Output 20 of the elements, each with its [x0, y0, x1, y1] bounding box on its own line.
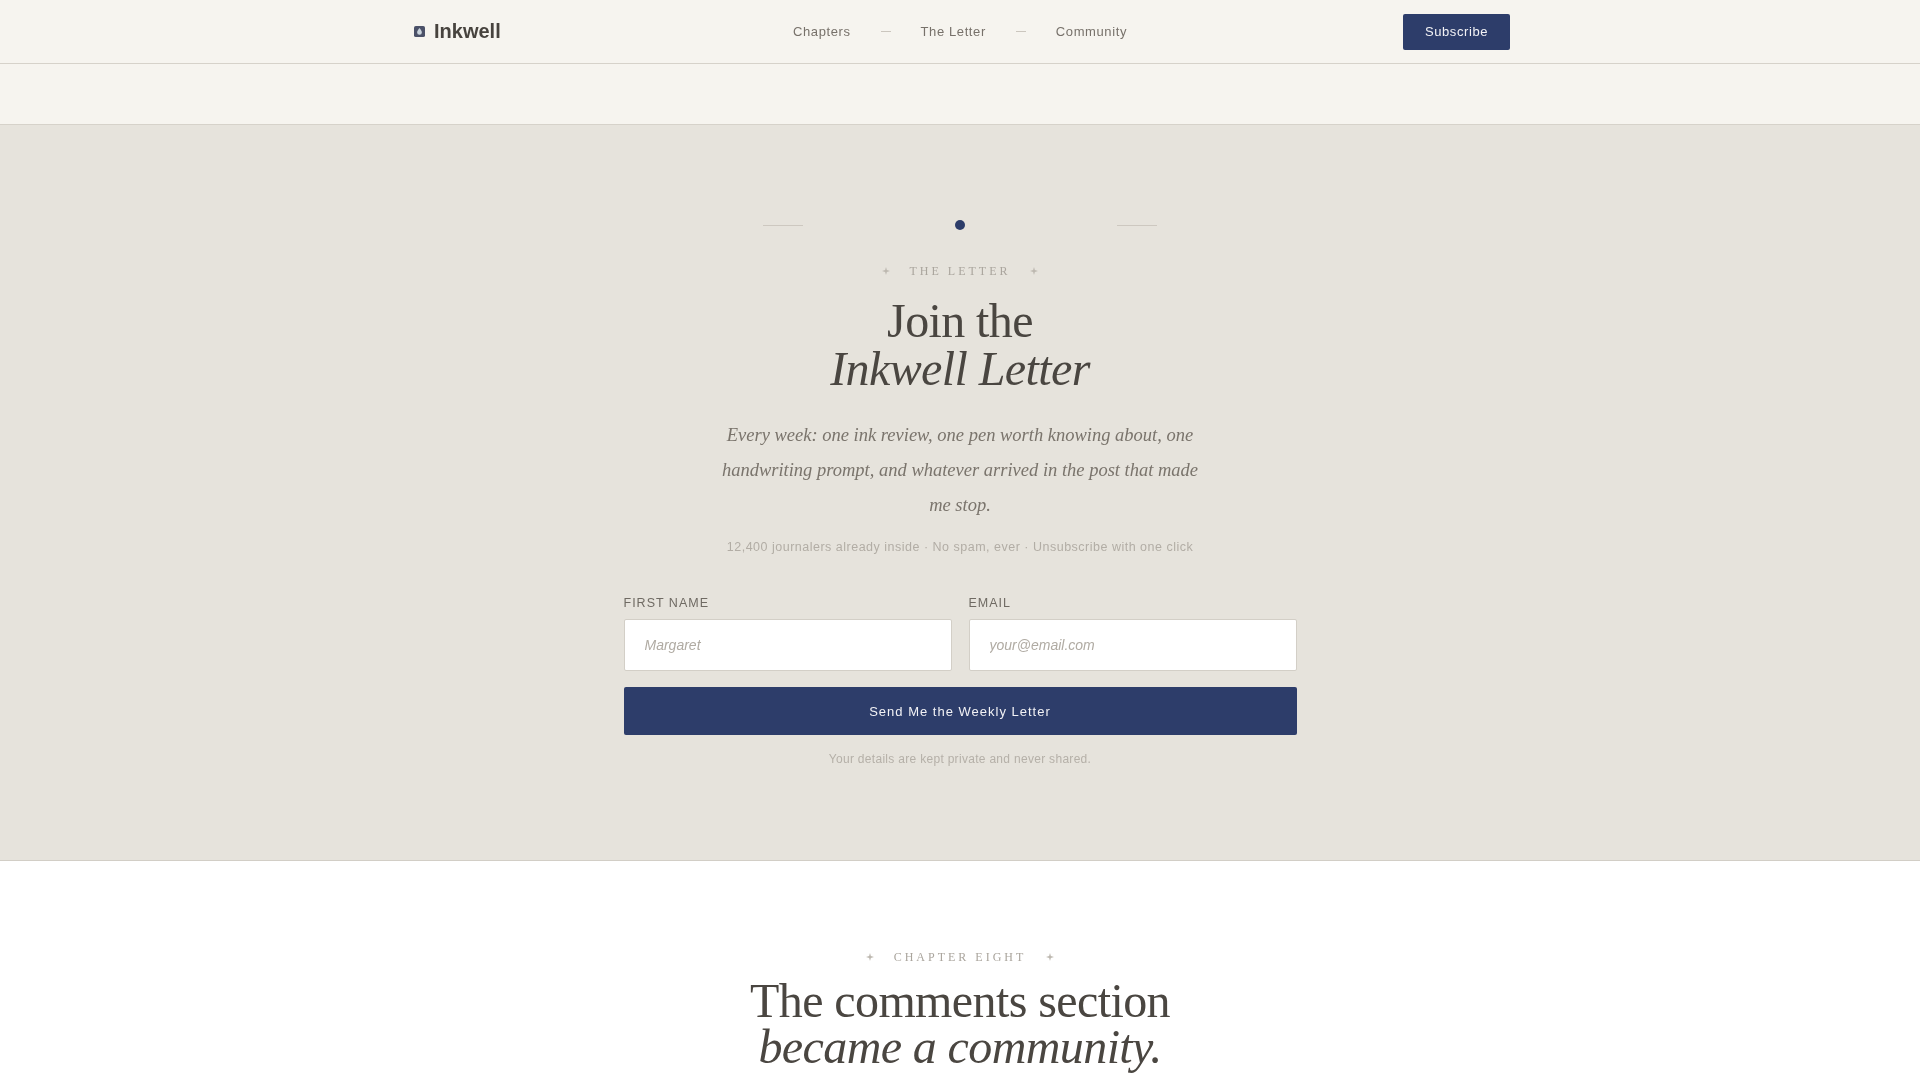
- dot-icon: [955, 220, 965, 230]
- sparkle-icon: [881, 267, 890, 275]
- brand-name: Inkwell: [434, 20, 501, 43]
- section-description: Every week: one ink review, one pen worth knowing about, one handwriting prompt, and whatever arrived in the post that made me stop.: [720, 424, 1200, 517]
- nav-link[interactable]: Chapters: [793, 24, 851, 39]
- subscribe-button[interactable]: Subscribe: [1403, 13, 1510, 50]
- sparkle-icon: [1030, 267, 1039, 275]
- input-field[interactable]: Margaret: [623, 619, 952, 671]
- submit-button[interactable]: Send Me the Weekly Letter: [623, 687, 1297, 735]
- field-label: FIRST NAME: [623, 595, 710, 611]
- section-heading: Join the Inkwell Letter: [830, 297, 1090, 393]
- nav-link[interactable]: Community: [1055, 24, 1127, 39]
- nav-link[interactable]: The Letter: [920, 24, 986, 39]
- section-eyebrow: CHAPTER EIGHT: [893, 949, 1027, 965]
- section-eyebrow: THE LETTER: [909, 263, 1011, 279]
- field-label: EMAIL: [968, 595, 1012, 611]
- ink-drop-icon: [414, 26, 425, 37]
- sparkle-icon: [865, 953, 874, 961]
- sparkle-icon: [1046, 953, 1055, 961]
- input-field[interactable]: your@email.com: [968, 619, 1297, 671]
